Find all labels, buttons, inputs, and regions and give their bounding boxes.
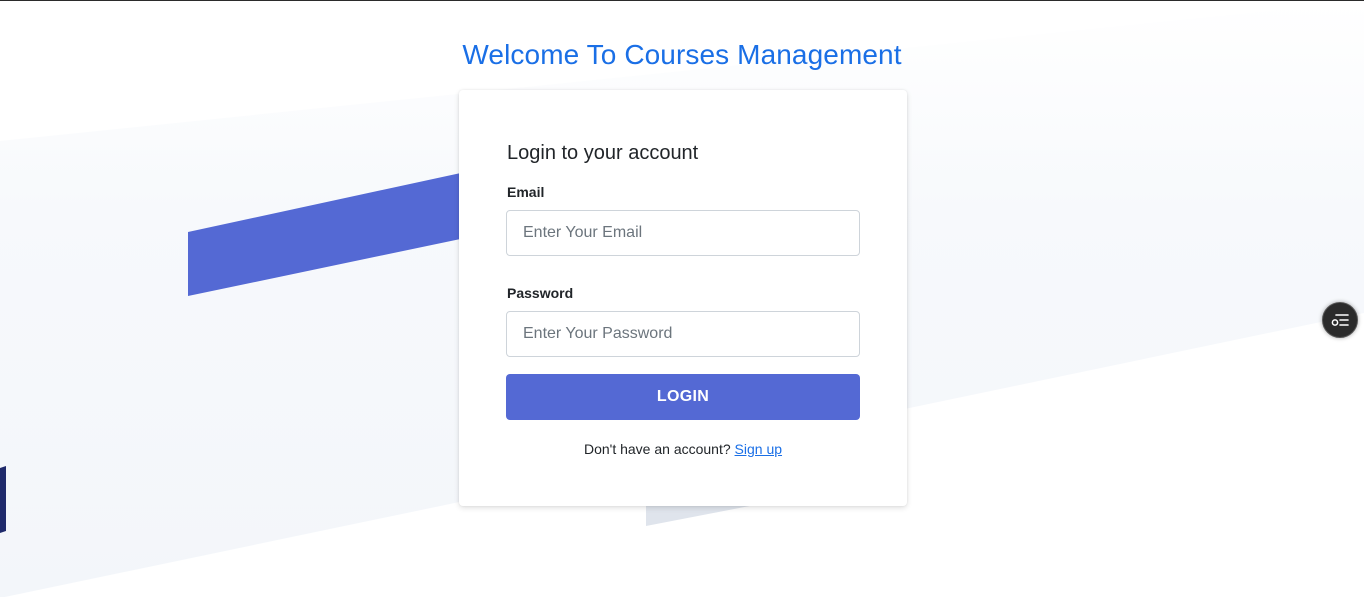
login-card: Login to your account Email Password LOG… xyxy=(459,90,907,506)
password-group: Password xyxy=(506,285,860,357)
password-label: Password xyxy=(507,285,574,301)
list-settings-icon xyxy=(1331,314,1349,326)
page-title: Welcome To Courses Management xyxy=(462,39,902,70)
email-group: Email xyxy=(506,184,860,256)
signup-link[interactable]: Sign up xyxy=(735,441,782,457)
floating-widget-button[interactable] xyxy=(1322,302,1358,338)
email-field[interactable] xyxy=(506,210,860,256)
dark-edge-stripe xyxy=(0,466,6,533)
login-card-title: Login to your account xyxy=(507,142,699,164)
login-page: Welcome To Courses Management Login to y… xyxy=(0,0,1364,597)
email-label: Email xyxy=(507,184,545,200)
password-field[interactable] xyxy=(506,311,860,357)
signup-row: Don't have an account? Sign up xyxy=(506,441,860,457)
signup-prompt: Don't have an account? xyxy=(583,441,731,457)
login-button[interactable]: LOGIN xyxy=(506,374,860,420)
